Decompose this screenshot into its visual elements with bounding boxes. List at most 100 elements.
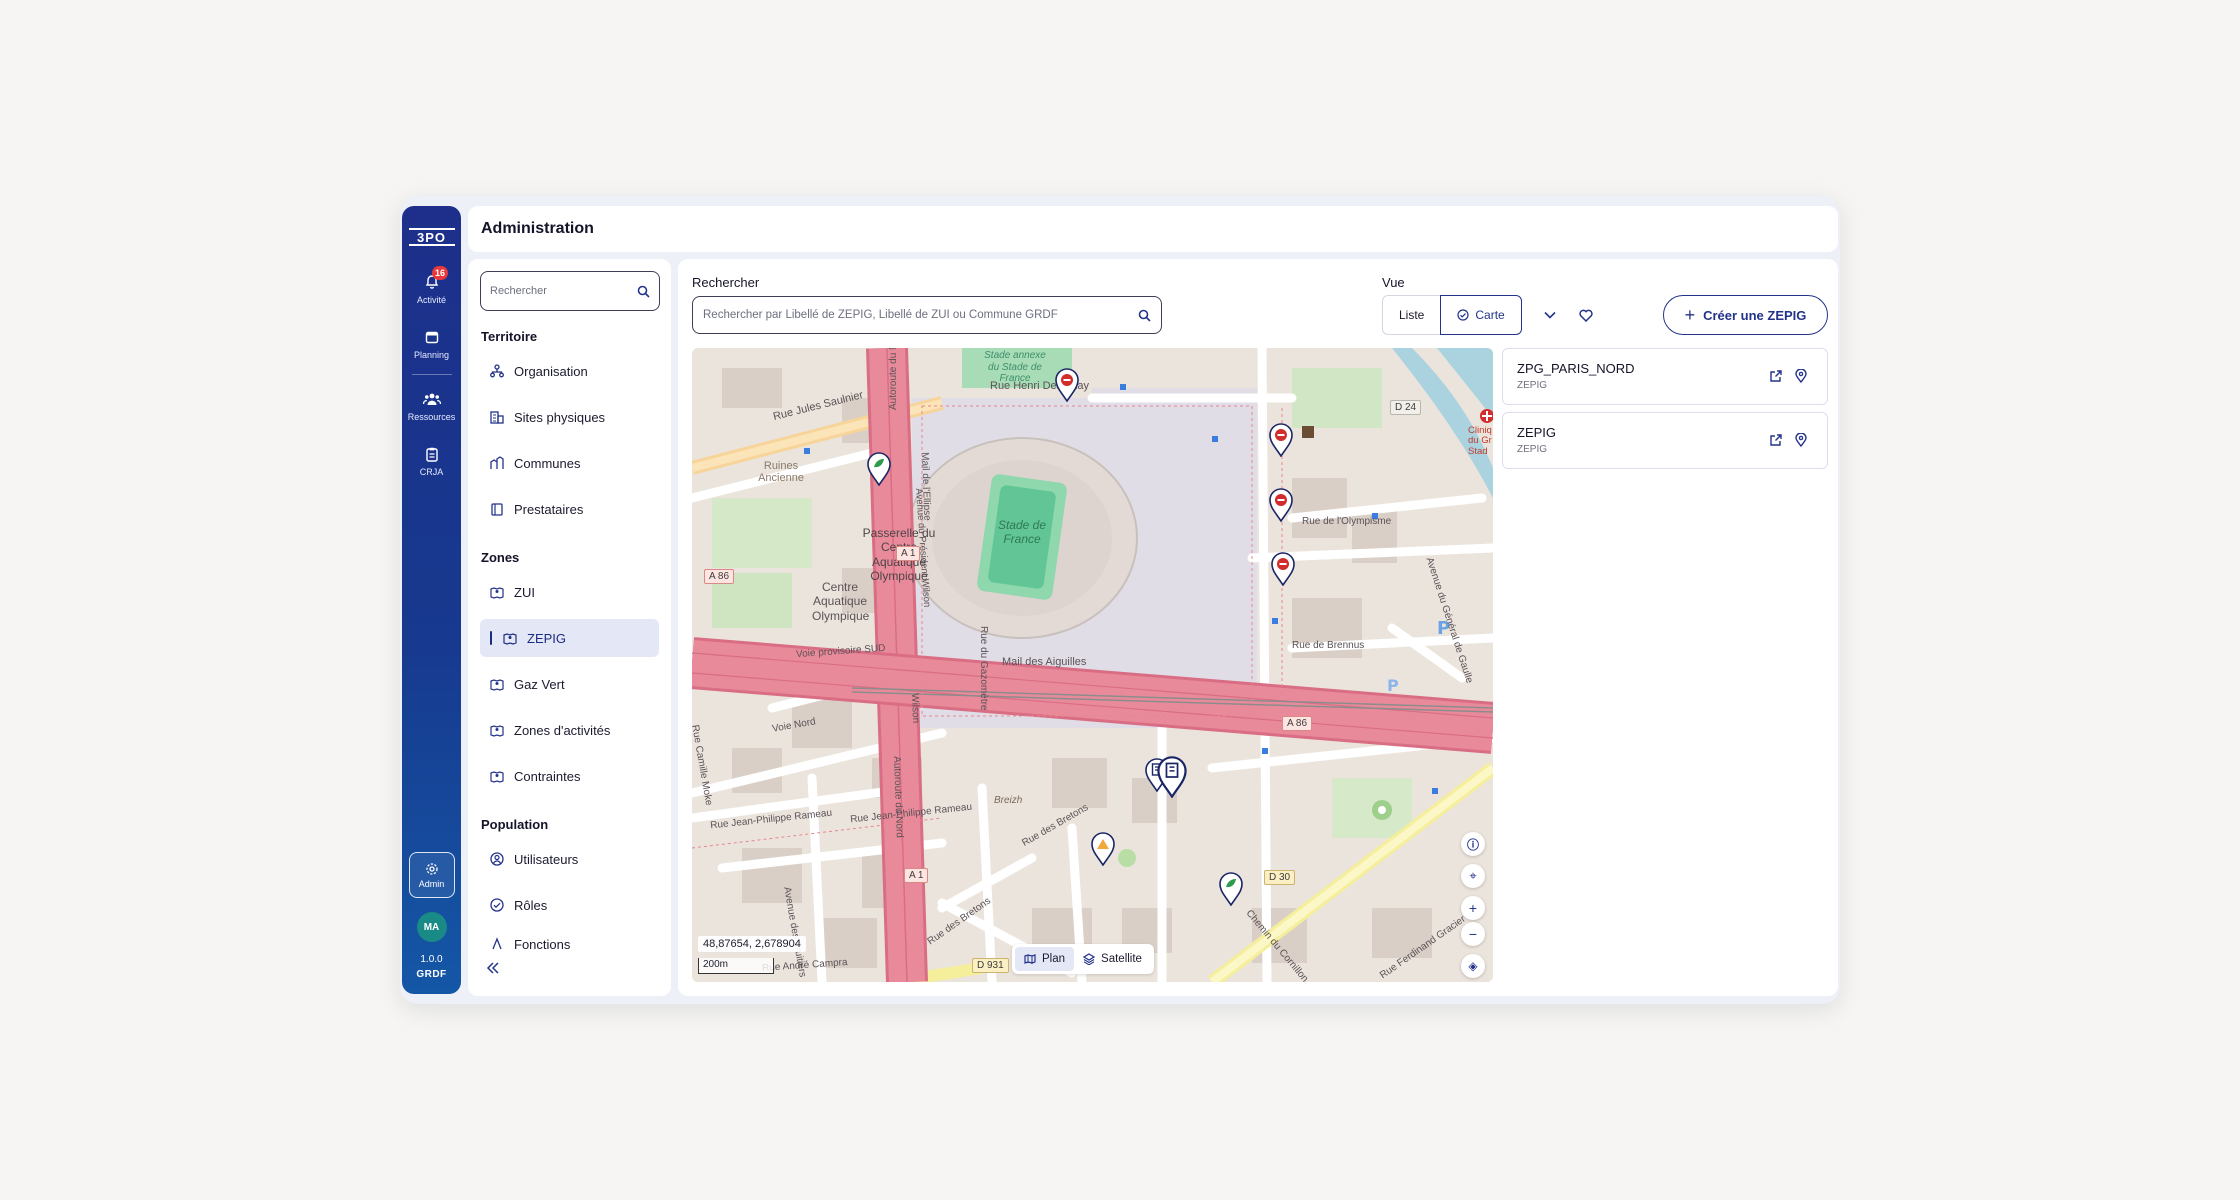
menu-item-label: Utilisateurs <box>514 851 579 867</box>
chevron-down-icon <box>1544 311 1556 319</box>
function-icon <box>489 936 505 952</box>
main-panel: Rechercher Rechercher par Libellé de ZEP… <box>678 259 1838 996</box>
menu-item-label: Fonctions <box>514 937 571 952</box>
check-circle-icon <box>489 897 505 913</box>
map-pin-alert[interactable] <box>1270 552 1296 586</box>
map-layers-button[interactable]: ◈ <box>1461 954 1485 978</box>
map-info-button[interactable]: ⓘ <box>1461 832 1485 856</box>
list-item[interactable]: ZEPIG ZEPIG <box>1502 412 1828 469</box>
layer-satellite-button[interactable]: Satellite <box>1074 947 1151 971</box>
map-pin-building-selected[interactable] <box>1156 756 1188 798</box>
menu-item-fonctions[interactable]: Fonctions <box>480 932 659 952</box>
map-base-layer: P P <box>692 348 1493 982</box>
menu-item-communes[interactable]: Communes <box>480 444 659 482</box>
menu-item-label: ZUI <box>514 584 535 600</box>
rail-item-activite[interactable]: 16 Activité <box>402 266 461 305</box>
list-item[interactable]: ZPG_PARIS_NORD ZEPIG <box>1502 348 1828 405</box>
app-version: 1.0.0 <box>420 954 443 965</box>
menu-search-placeholder: Rechercher <box>490 285 547 297</box>
collapse-menu-button[interactable] <box>486 960 506 976</box>
map-label: Rue de Brennus <box>1292 640 1365 651</box>
map-label: Rue du Gazomètre <box>978 626 989 711</box>
location-pin-icon[interactable] <box>1795 369 1807 383</box>
menu-item-sites-physiques[interactable]: Sites physiques <box>480 398 659 436</box>
map-label: Autoroute du Nord <box>888 348 899 410</box>
road-shield: A 86 <box>704 569 735 584</box>
map-view[interactable]: P P Stade annexe du Stade de France Stad… <box>692 348 1493 982</box>
menu-item-label: Sites physiques <box>514 409 606 425</box>
zone-map-icon <box>489 768 505 784</box>
map-locate-button[interactable]: ⌖ <box>1461 864 1485 888</box>
zepig-search-input[interactable]: Rechercher par Libellé de ZEPIG, Libellé… <box>692 296 1162 334</box>
provider-icon <box>489 501 505 517</box>
rail-item-ressources[interactable]: Ressources <box>402 389 461 422</box>
menu-item-label: Organisation <box>514 363 588 379</box>
menu-item-contraintes[interactable]: Contraintes <box>480 757 659 795</box>
map-zoom-out-button[interactable]: − <box>1461 922 1485 946</box>
map-label: Cliniq du Gr Stad <box>1468 425 1492 457</box>
map-pin-works[interactable] <box>1090 832 1116 866</box>
create-zepig-button[interactable]: + Créer une ZEPIG <box>1663 295 1828 335</box>
map-pin-alert[interactable] <box>1268 488 1294 522</box>
gear-icon <box>425 862 439 876</box>
map-label: Mail des Aiguilles <box>1002 656 1087 668</box>
avatar[interactable]: MA <box>416 912 447 942</box>
map-pin-green-gas[interactable] <box>866 452 892 486</box>
rail-label: CRJA <box>419 467 444 477</box>
admin-label: Admin <box>418 878 445 889</box>
menu-search-input[interactable]: Rechercher <box>480 271 660 311</box>
app-logo[interactable]: 3PO <box>408 228 455 246</box>
menu-item-organisation[interactable]: Organisation <box>480 352 659 390</box>
layers-icon: ◈ <box>1468 959 1478 973</box>
map-scale: 200m <box>698 958 774 974</box>
layer-satellite-label: Satellite <box>1101 953 1142 965</box>
layer-plan-button[interactable]: Plan <box>1015 947 1075 971</box>
rail-item-crja[interactable]: CRJA <box>402 444 461 477</box>
main-rail: 3PO 16 Activité Planning Ressources CRJA… <box>402 206 461 994</box>
road-shield: D 931 <box>972 958 1009 973</box>
menu-item-zui[interactable]: ZUI <box>480 573 659 611</box>
menu-item-prestataires[interactable]: Prestataires <box>480 490 659 528</box>
menu-item-gaz-vert[interactable]: Gaz Vert <box>480 665 659 703</box>
map-pin-green-gas[interactable] <box>1218 872 1244 906</box>
search-icon[interactable] <box>1138 309 1151 322</box>
search-placeholder: Rechercher par Libellé de ZEPIG, Libellé… <box>703 309 1058 321</box>
map-zoom-in-button[interactable]: + <box>1461 896 1485 920</box>
location-pin-icon[interactable] <box>1795 433 1807 447</box>
users-icon <box>421 389 443 409</box>
rail-divider <box>411 374 452 375</box>
view-option-list[interactable]: Liste <box>1382 295 1441 335</box>
menu-item-label: Contraintes <box>514 768 581 784</box>
external-link-icon[interactable] <box>1769 369 1783 383</box>
favorite-button[interactable] <box>1576 305 1596 325</box>
road-shield: A 1 <box>904 868 929 883</box>
external-link-icon[interactable] <box>1769 433 1783 447</box>
double-chevron-left-icon <box>486 962 500 974</box>
menu-item-zones-activites[interactable]: Zones d'activités <box>480 711 659 749</box>
admin-button[interactable]: Admin <box>408 852 455 898</box>
more-options-button[interactable] <box>1540 305 1560 325</box>
zone-map-icon <box>489 676 505 692</box>
map-pin-alert[interactable] <box>1054 368 1080 402</box>
menu-item-roles[interactable]: Rôles <box>480 886 659 924</box>
rail-item-planning[interactable]: Planning <box>402 327 461 360</box>
menu-item-zepig[interactable]: ZEPIG <box>480 619 659 657</box>
zepig-results-list: ZPG_PARIS_NORD ZEPIG ZEPIG ZEPIG <box>1502 348 1828 476</box>
menu-item-label: Prestataires <box>514 501 584 517</box>
svg-text:P: P <box>1387 676 1399 695</box>
organisation-icon <box>489 363 505 379</box>
search-icon[interactable] <box>637 285 650 298</box>
road-shield: A 1 <box>896 546 921 561</box>
menu-item-label: Communes <box>514 455 581 471</box>
menu-item-utilisateurs[interactable]: Utilisateurs <box>480 840 659 878</box>
admin-menu: Rechercher Territoire Organisation Sites… <box>468 259 671 996</box>
layer-plan-label: Plan <box>1042 953 1066 965</box>
map-pin-alert[interactable] <box>1268 423 1294 457</box>
heart-icon <box>1579 309 1593 322</box>
minus-icon: − <box>1468 926 1478 942</box>
menu-item-label: ZEPIG <box>527 630 567 646</box>
map-label: Stade de France <box>997 518 1047 547</box>
view-option-map[interactable]: Carte <box>1440 295 1522 335</box>
page-header: Administration <box>468 206 1838 252</box>
check-circle-icon <box>1457 309 1469 321</box>
